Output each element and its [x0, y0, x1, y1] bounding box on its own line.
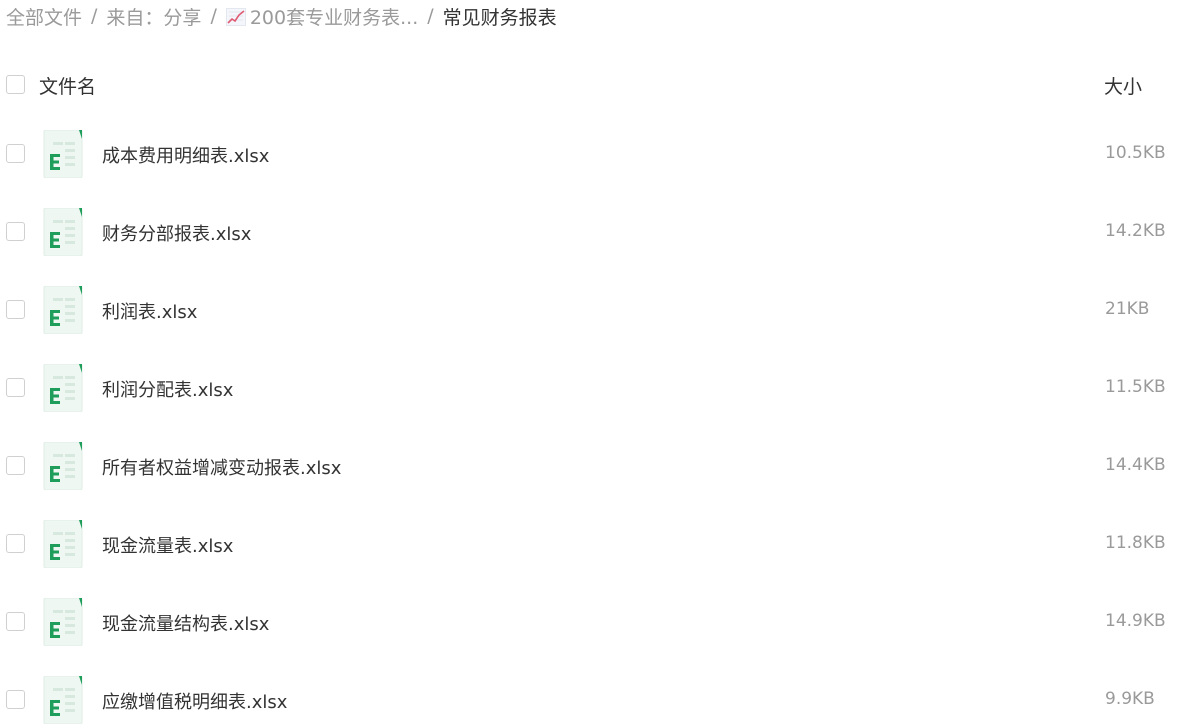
breadcrumb-current-folder: 常见财务报表	[442, 6, 557, 29]
file-row[interactable]: 所有者权益增减变动报表.xlsx 14.4KB	[0, 376, 1193, 490]
breadcrumb-separator: /	[210, 5, 217, 27]
breadcrumb-all-files[interactable]: 全部文件	[6, 3, 82, 30]
file-name[interactable]: 应缴增值税明细表.xlsx	[102, 688, 287, 714]
breadcrumb-shared-source[interactable]: 来自：分享	[106, 3, 201, 30]
breadcrumb-separator: /	[91, 5, 98, 27]
file-row[interactable]: 财务分部报表.xlsx 14.2KB	[0, 142, 1193, 256]
breadcrumb-separator: /	[427, 5, 434, 27]
file-row[interactable]: 应缴增值税明细表.xlsx 9.9KB	[0, 610, 1193, 724]
excel-file-icon	[43, 676, 83, 724]
file-list: 文件名 大小 成本费用明细表.xlsx 10.5KB 财务分部报表.xlsx 1…	[0, 54, 1193, 724]
file-size: 9.9KB	[1105, 689, 1155, 709]
file-row[interactable]: 现金流量结构表.xlsx 14.9KB	[0, 532, 1193, 646]
file-row[interactable]: 利润分配表.xlsx 11.5KB	[0, 298, 1193, 412]
breadcrumb-folder-label: 200套专业财务表...	[249, 6, 419, 29]
file-row[interactable]: 现金流量表.xlsx 11.8KB	[0, 454, 1193, 568]
breadcrumb: 全部文件 / 来自：分享 / 200套专业财务表... / 常见财务报表	[6, 0, 557, 32]
file-row[interactable]: 成本费用明细表.xlsx 10.5KB	[0, 64, 1193, 178]
file-checkbox[interactable]	[6, 690, 25, 709]
breadcrumb-folder-200-tables[interactable]: 200套专业财务表...	[225, 3, 419, 30]
file-row[interactable]: 利润表.xlsx 21KB	[0, 220, 1193, 334]
chart-increasing-icon	[225, 7, 246, 26]
